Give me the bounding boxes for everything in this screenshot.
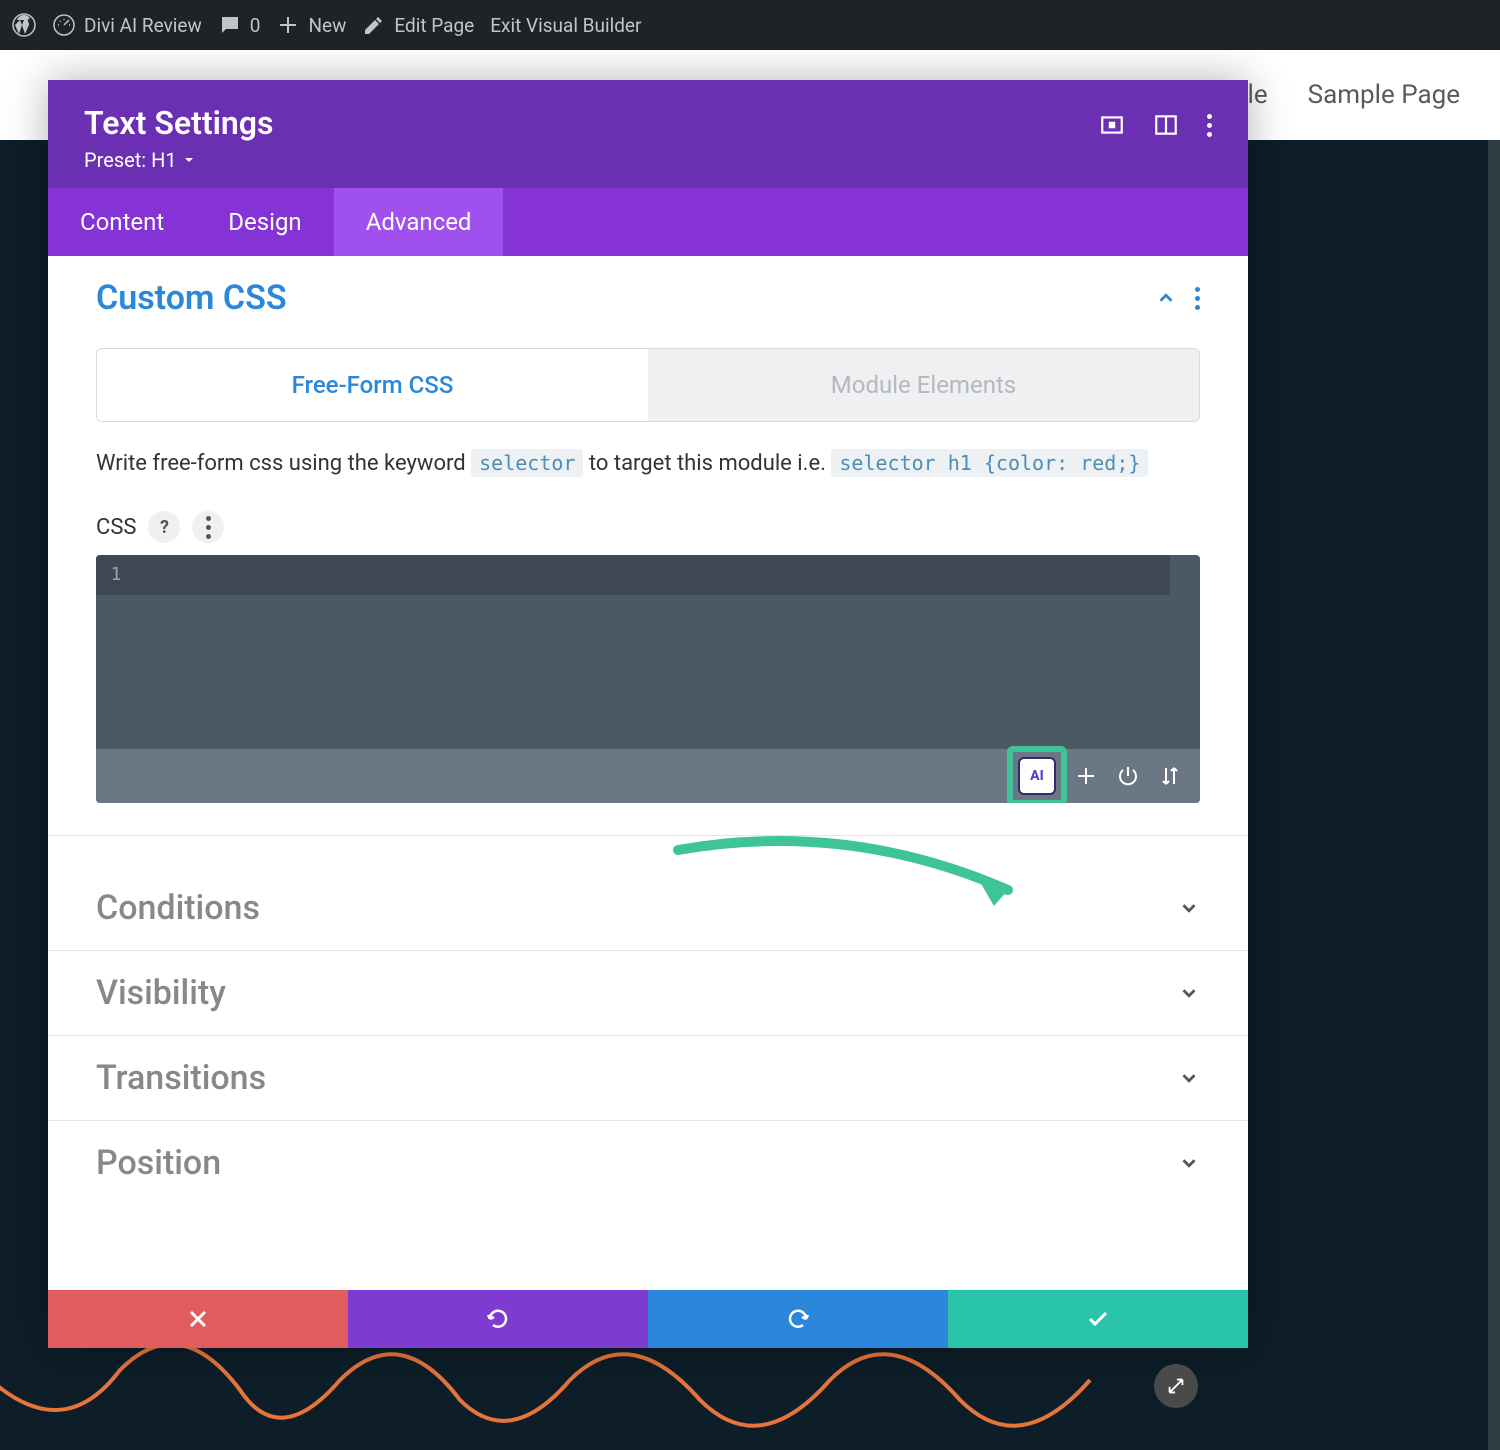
chevron-up-icon <box>1155 287 1177 309</box>
section-position: Position <box>48 1121 1248 1205</box>
tab-advanced[interactable]: Advanced <box>334 188 504 256</box>
section-conditions: Conditions <box>48 866 1248 951</box>
chevron-down-icon <box>1178 982 1200 1004</box>
css-description: Write free-form css using the keyword se… <box>96 446 1200 481</box>
tab-design[interactable]: Design <box>196 188 333 256</box>
css-subtabs: Free-Form CSS Module Elements <box>96 348 1200 422</box>
tab-content[interactable]: Content <box>48 188 196 256</box>
chevron-down-icon <box>1178 897 1200 919</box>
resize-handle[interactable] <box>1154 1364 1198 1408</box>
undo-button[interactable] <box>348 1290 648 1348</box>
chevron-down-icon <box>1178 1067 1200 1089</box>
modal-header: Text Settings Preset: H1 <box>48 80 1248 188</box>
site-title: Divi AI Review <box>84 14 202 37</box>
section-title-conditions: Conditions <box>96 888 260 928</box>
field-options-icon[interactable] <box>192 511 224 543</box>
css-code-editor[interactable]: 1 AI <box>96 555 1200 803</box>
comments-link[interactable]: 0 <box>218 13 261 37</box>
chevron-down-icon <box>1178 1152 1200 1174</box>
caret-down-icon <box>183 154 195 166</box>
modal-footer <box>48 1290 1248 1348</box>
redo-button[interactable] <box>648 1290 948 1348</box>
wordpress-icon <box>12 13 36 37</box>
editor-active-line <box>136 555 1170 595</box>
edit-page-label: Edit Page <box>394 14 474 37</box>
plus-icon[interactable] <box>1074 764 1098 788</box>
help-icon[interactable]: ? <box>148 511 180 543</box>
section-header-transitions[interactable]: Transitions <box>48 1036 1248 1120</box>
exit-visual-builder-link[interactable]: Exit Visual Builder <box>490 14 641 37</box>
code-sample-selector: selector <box>471 449 583 477</box>
close-icon <box>186 1307 210 1331</box>
cancel-button[interactable] <box>48 1290 348 1348</box>
section-header-conditions[interactable]: Conditions <box>48 866 1248 950</box>
dashboard-icon <box>52 13 76 37</box>
new-label: New <box>308 14 346 37</box>
section-visibility: Visibility <box>48 951 1248 1036</box>
section-custom-css: Custom CSS Free-Form CSS Module Elements… <box>48 256 1248 836</box>
comment-icon <box>218 13 242 37</box>
new-content-link[interactable]: New <box>276 13 346 37</box>
section-header-visibility[interactable]: Visibility <box>48 951 1248 1035</box>
section-content-custom-css: Free-Form CSS Module Elements Write free… <box>48 348 1248 835</box>
module-settings-modal: Text Settings Preset: H1 Content Design … <box>48 80 1248 1348</box>
sort-icon[interactable] <box>1158 764 1182 788</box>
power-icon[interactable] <box>1116 764 1140 788</box>
section-options-icon[interactable] <box>1195 287 1200 310</box>
ai-button[interactable]: AI <box>1018 757 1056 795</box>
wp-logo[interactable] <box>12 13 36 37</box>
redo-icon <box>786 1307 810 1331</box>
split-view-icon[interactable] <box>1153 112 1179 138</box>
subtab-freeform-css[interactable]: Free-Form CSS <box>97 349 648 421</box>
edit-page-link[interactable]: Edit Page <box>362 13 474 37</box>
preset-dropdown[interactable]: Preset: H1 <box>84 148 1099 172</box>
decorative-squiggle <box>0 1330 1500 1450</box>
editor-toolbar: AI <box>96 749 1200 803</box>
save-button[interactable] <box>948 1290 1248 1348</box>
css-label: CSS <box>96 515 136 540</box>
wp-admin-bar: Divi AI Review 0 New Edit Page Exit Visu… <box>0 0 1500 50</box>
exit-vb-label: Exit Visual Builder <box>490 14 641 37</box>
modal-title: Text Settings <box>84 104 1099 142</box>
section-title-visibility: Visibility <box>96 973 226 1013</box>
resize-icon <box>1165 1375 1187 1397</box>
nav-sample-page[interactable]: Sample Page <box>1308 80 1460 110</box>
scrollbar-track[interactable] <box>1488 140 1500 1450</box>
site-name-link[interactable]: Divi AI Review <box>52 13 202 37</box>
section-header-custom-css[interactable]: Custom CSS <box>48 256 1248 340</box>
responsive-icon[interactable] <box>1099 112 1125 138</box>
modal-body: Custom CSS Free-Form CSS Module Elements… <box>48 256 1248 1290</box>
more-options-icon[interactable] <box>1207 114 1212 137</box>
code-sample-full: selector h1 {color: red;} <box>831 449 1148 477</box>
section-transitions: Transitions <box>48 1036 1248 1121</box>
css-field-label-row: CSS ? <box>96 511 1200 543</box>
section-title-transitions: Transitions <box>96 1058 266 1098</box>
pencil-icon <box>362 13 386 37</box>
section-header-position[interactable]: Position <box>48 1121 1248 1205</box>
plus-icon <box>276 13 300 37</box>
modal-tabs: Content Design Advanced <box>48 188 1248 256</box>
check-icon <box>1086 1307 1110 1331</box>
section-title-position: Position <box>96 1143 221 1183</box>
undo-icon <box>486 1307 510 1331</box>
line-number: 1 <box>96 555 136 595</box>
comments-count: 0 <box>250 14 261 37</box>
subtab-module-elements[interactable]: Module Elements <box>648 349 1199 421</box>
section-title-custom-css: Custom CSS <box>96 278 287 318</box>
preset-label: Preset: H1 <box>84 148 177 172</box>
